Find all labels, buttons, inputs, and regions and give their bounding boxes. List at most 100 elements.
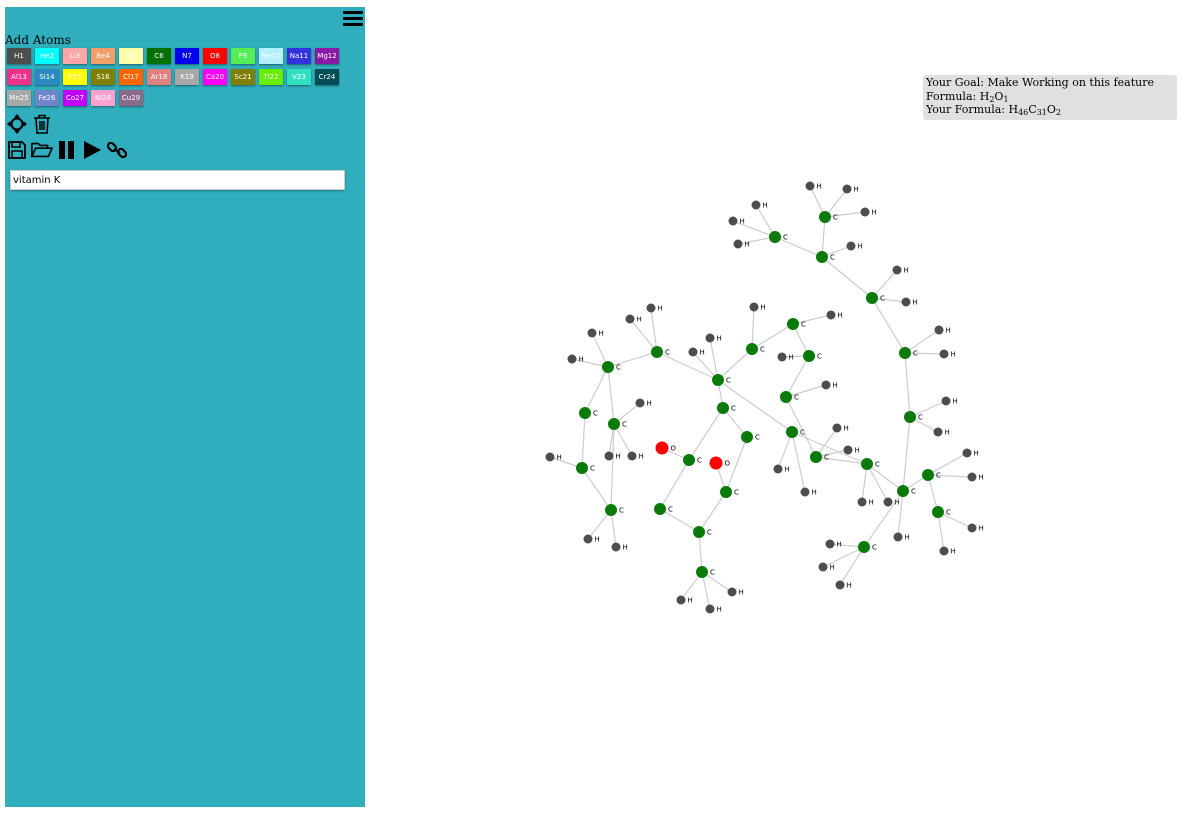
- atom-button-v[interactable]: V23: [287, 69, 311, 85]
- atom-c[interactable]: C: [654, 503, 673, 515]
- atom-h[interactable]: H: [962, 448, 979, 458]
- atom-h[interactable]: H: [939, 546, 956, 556]
- trash-icon[interactable]: [31, 113, 53, 135]
- atom-h[interactable]: H: [749, 302, 766, 312]
- atom-c[interactable]: C: [651, 346, 670, 358]
- atom-h[interactable]: H: [832, 423, 849, 433]
- atom-h[interactable]: H: [627, 451, 644, 461]
- atom-c[interactable]: C: [866, 292, 885, 304]
- atom-c[interactable]: C: [780, 391, 799, 403]
- atom-button-li[interactable]: Li3: [63, 48, 87, 64]
- atom-c[interactable]: C: [810, 451, 829, 463]
- atom-h[interactable]: H: [825, 539, 842, 549]
- atom-h[interactable]: H: [727, 587, 744, 597]
- atom-button-k[interactable]: K19: [175, 69, 199, 85]
- atom-button-he[interactable]: He2: [35, 48, 59, 64]
- atom-c[interactable]: C: [605, 504, 624, 516]
- molecule-canvas[interactable]: H H H C H H C H H C H C H H H H H H H C H C C H C H C H H C C H C H H C C C C H…: [365, 0, 1194, 815]
- atom-c[interactable]: C: [819, 211, 838, 223]
- atom-h[interactable]: H: [545, 452, 562, 462]
- atom-button-cl[interactable]: Cl17: [119, 69, 143, 85]
- atom-button-fe[interactable]: Fe26: [35, 90, 59, 106]
- atom-h[interactable]: H: [587, 328, 604, 338]
- atom-h[interactable]: H: [901, 297, 918, 307]
- atom-c[interactable]: C: [816, 251, 835, 263]
- atom-c[interactable]: C: [693, 526, 712, 538]
- atom-button-c[interactable]: C6: [147, 48, 171, 64]
- atom-button-al[interactable]: Al13: [7, 69, 31, 85]
- atom-button-cr[interactable]: Cr24: [315, 69, 339, 85]
- atom-button-s[interactable]: S16: [91, 69, 115, 85]
- atom-h[interactable]: H: [934, 325, 951, 335]
- atom-h[interactable]: H: [892, 265, 909, 275]
- atom-h[interactable]: H: [842, 184, 859, 194]
- atom-c[interactable]: C: [858, 541, 877, 553]
- atom-h[interactable]: H: [635, 398, 652, 408]
- atom-c[interactable]: C: [579, 407, 598, 419]
- save-icon[interactable]: [6, 139, 28, 161]
- atom-h[interactable]: H: [567, 354, 584, 364]
- atom-c[interactable]: C: [932, 506, 951, 518]
- atom-h[interactable]: H: [800, 487, 817, 497]
- play-icon[interactable]: [81, 139, 103, 161]
- atom-h[interactable]: H: [883, 497, 900, 507]
- atom-c[interactable]: C: [683, 454, 702, 466]
- atom-c[interactable]: C: [787, 318, 806, 330]
- atom-button-cu[interactable]: Cu29: [119, 90, 143, 106]
- atom-h[interactable]: H: [826, 310, 843, 320]
- molecule-search-input[interactable]: [10, 170, 345, 190]
- link-icon[interactable]: [106, 139, 128, 161]
- atom-h[interactable]: H: [967, 523, 984, 533]
- atom-c[interactable]: C: [769, 231, 788, 243]
- atom-button-co[interactable]: Co27: [63, 90, 87, 106]
- atom-h[interactable]: H: [773, 464, 790, 474]
- atom-button-b[interactable]: B5: [119, 48, 143, 64]
- atom-button-n[interactable]: N7: [175, 48, 199, 64]
- atom-c[interactable]: C: [861, 458, 880, 470]
- atom-button-o[interactable]: O8: [203, 48, 227, 64]
- atom-c[interactable]: C: [712, 374, 731, 386]
- atom-c[interactable]: C: [904, 411, 923, 423]
- atom-c[interactable]: C: [720, 486, 739, 498]
- atom-h[interactable]: H: [705, 604, 722, 614]
- atom-button-na[interactable]: Na11: [287, 48, 311, 64]
- move-arrows-icon[interactable]: [6, 113, 28, 135]
- open-folder-icon[interactable]: [31, 139, 53, 161]
- atom-button-h[interactable]: H1: [7, 48, 31, 64]
- atom-button-f[interactable]: F9: [231, 48, 255, 64]
- atom-h[interactable]: H: [843, 445, 860, 455]
- atom-c[interactable]: C: [696, 566, 715, 578]
- atom-button-ar[interactable]: Ar18: [147, 69, 171, 85]
- atom-h[interactable]: H: [676, 595, 693, 605]
- atom-button-ni[interactable]: Ni28: [91, 90, 115, 106]
- atom-h[interactable]: H: [933, 427, 950, 437]
- atom-h[interactable]: H: [857, 497, 874, 507]
- atom-c[interactable]: C: [602, 361, 621, 373]
- atom-h[interactable]: H: [728, 216, 745, 226]
- atom-c[interactable]: C: [608, 418, 627, 430]
- atom-button-ca[interactable]: Ca20: [203, 69, 227, 85]
- atom-h[interactable]: H: [583, 534, 600, 544]
- atom-h[interactable]: H: [751, 200, 768, 210]
- atom-h[interactable]: H: [821, 380, 838, 390]
- atom-h[interactable]: H: [646, 303, 663, 313]
- atom-h[interactable]: H: [939, 349, 956, 359]
- atom-h[interactable]: H: [611, 542, 628, 552]
- hamburger-menu-icon[interactable]: [343, 11, 363, 28]
- atom-h[interactable]: H: [818, 562, 835, 572]
- atom-button-sc[interactable]: Sc21: [231, 69, 255, 85]
- atom-c[interactable]: C: [717, 402, 736, 414]
- atom-c[interactable]: C: [746, 343, 765, 355]
- atom-c[interactable]: C: [803, 350, 822, 362]
- pause-icon[interactable]: [56, 139, 78, 161]
- atom-c[interactable]: C: [897, 485, 916, 497]
- atom-h[interactable]: H: [733, 239, 750, 249]
- atom-h[interactable]: H: [967, 472, 984, 482]
- atom-h[interactable]: H: [941, 396, 958, 406]
- atom-button-be[interactable]: Be4: [91, 48, 115, 64]
- atom-button-mn[interactable]: Mn25: [7, 90, 31, 106]
- atom-button-mg[interactable]: Mg12: [315, 48, 339, 64]
- atom-h[interactable]: H: [846, 241, 863, 251]
- atom-button-p[interactable]: P15: [63, 69, 87, 85]
- atom-c[interactable]: C: [922, 469, 941, 481]
